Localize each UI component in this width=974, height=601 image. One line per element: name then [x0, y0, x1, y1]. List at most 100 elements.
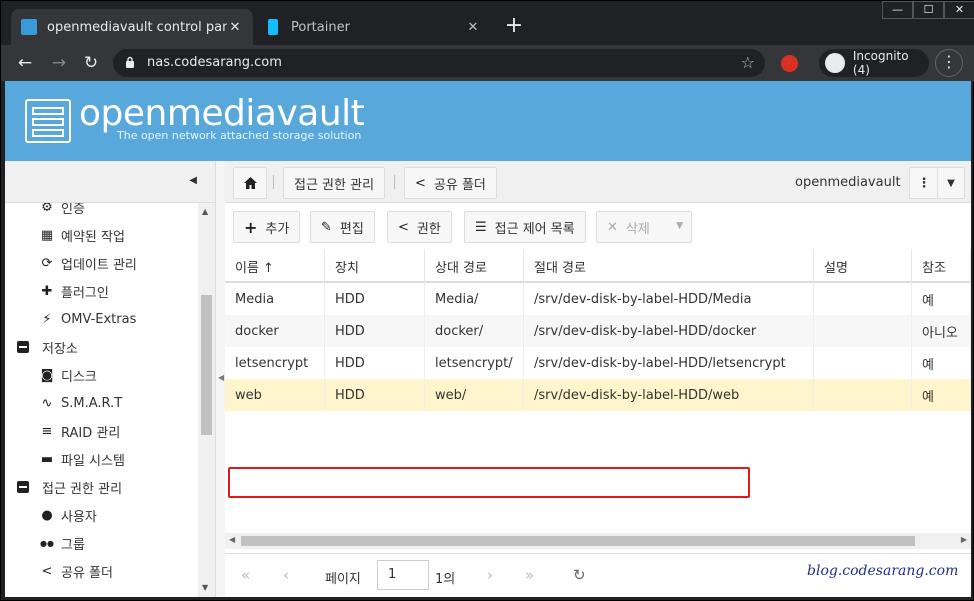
extension-hand-icon[interactable]	[781, 55, 798, 72]
first-page-icon[interactable]: «	[241, 566, 250, 584]
nav-scroll-thumb[interactable]	[201, 295, 212, 435]
more-options-button[interactable]: ⋮	[909, 167, 939, 199]
column-header[interactable]: 설명	[814, 249, 912, 283]
page-label: 페이지	[325, 572, 361, 587]
disk-icon: ◙	[40, 367, 54, 383]
incognito-profile-button[interactable]: Incognito (4)	[819, 49, 929, 77]
nav-item[interactable]: ●● 그룹	[39, 529, 85, 557]
nav-item[interactable]: ⚙ 인증	[39, 203, 85, 221]
column-header[interactable]: 장치	[325, 249, 425, 283]
tab-portainer[interactable]: Portainer ✕	[255, 9, 491, 45]
breadcrumb-shared-folders[interactable]: < 공유 폴더	[404, 167, 497, 199]
navigation-panel: ◀ ⚙ 인증 ▦ 예약된 작업 ⟳ 업데이트 관리 ✚ 플러그인 ⚡ OMV-Extras 저장소 ◙…	[5, 161, 215, 597]
nav-tree: ⚙ 인증 ▦ 예약된 작업 ⟳ 업데이트 관리 ✚ 플러그인 ⚡ OMV-Extras 저장소 ◙ 디스…	[5, 203, 198, 597]
maximize-button[interactable]: ☐	[913, 1, 944, 19]
scroll-up-icon[interactable]: ▲	[202, 207, 208, 216]
last-page-icon[interactable]: »	[525, 566, 534, 584]
nav-item[interactable]: 저장소	[15, 333, 78, 361]
column-header[interactable]: 상대 경로	[425, 249, 524, 283]
database-icon: ≡	[41, 423, 53, 439]
close-tab-icon[interactable]: ✕	[227, 20, 243, 35]
nav-item[interactable]: ⟳ 업데이트 관리	[39, 249, 137, 277]
nav-item[interactable]: ≡ RAID 관리	[39, 417, 121, 445]
table-row[interactable]: docker HDD docker//srv/dev-disk-by-label-H…	[225, 315, 971, 347]
table-cell: 아니오	[912, 315, 971, 347]
collapse-left-icon[interactable]: ◀	[189, 175, 197, 186]
user-icon: ●	[41, 507, 53, 523]
chevron-down-icon[interactable]: ▼	[676, 221, 683, 231]
nav-item[interactable]: ◙ 디스크	[39, 361, 97, 389]
nav-item[interactable]: 접근 권한 관리	[15, 473, 122, 501]
bookmark-star-icon[interactable]: ☆	[741, 53, 755, 72]
nav-item[interactable]: < 공유 폴더	[39, 557, 113, 585]
share-icon: <	[398, 219, 409, 235]
edit-button[interactable]: ✎ 편집	[310, 211, 375, 243]
acl-button[interactable]: ☰ 접근 제어 목록	[464, 211, 586, 243]
breadcrumb: 접근 권한 관리 < 공유 폴더 openmediavault ⋮ ▼	[225, 161, 971, 203]
browser-menu-button[interactable]: ⋮	[935, 49, 963, 77]
close-window-button[interactable]: ✕	[944, 1, 974, 19]
nav-item-label: 예약된 작업	[61, 229, 125, 245]
tab-title: Portainer	[291, 19, 350, 35]
table-row[interactable]: letsencrypt HDD letsencrypt//srv/dev-disk-…	[225, 347, 971, 379]
page-of-label: 1의	[435, 572, 456, 587]
new-tab-button[interactable]: +	[501, 15, 527, 37]
table-cell: HDD	[325, 315, 425, 347]
table-cell: Media/	[425, 283, 524, 315]
address-bar[interactable]: nas.codesarang.com ☆	[113, 49, 765, 77]
scroll-left-icon[interactable]: ◀	[229, 535, 235, 544]
nav-item-label: 저장소	[42, 341, 78, 357]
back-arrow-icon[interactable]: ←	[13, 51, 37, 75]
column-header[interactable]: 이름 ↑	[225, 249, 325, 283]
nav-item[interactable]: ✚ 플러그인	[39, 277, 109, 305]
lock-icon	[126, 56, 134, 68]
add-button[interactable]: + 추가	[233, 211, 301, 243]
column-header[interactable]: 참조	[912, 249, 971, 283]
share-icon: <	[415, 175, 426, 191]
table-cell: docker/	[425, 315, 524, 347]
nav-item-label: 업데이트 관리	[61, 257, 137, 273]
window-controls: — ☐ ✕	[882, 1, 974, 19]
minimize-button[interactable]: —	[882, 1, 913, 19]
privileges-button[interactable]: < 권한	[387, 211, 452, 243]
scroll-right-icon[interactable]: ▶	[961, 535, 967, 544]
grid-scroll-thumb[interactable]	[241, 536, 915, 546]
splitter-arrow-icon[interactable]: ◀	[218, 373, 224, 382]
scroll-down-icon[interactable]: ▼	[202, 583, 208, 592]
table-cell: Media	[225, 283, 325, 315]
table-cell	[814, 347, 912, 379]
breadcrumb-access-rights[interactable]: 접근 권한 관리	[283, 167, 386, 199]
table-row[interactable]: web HDD web//srv/dev-disk-by-label-HDD/web…	[225, 379, 971, 411]
previous-page-icon[interactable]: ‹	[283, 566, 289, 584]
nav-item[interactable]: ● 사용자	[39, 501, 97, 529]
nav-item[interactable]: ∿ S.M.A.R.T	[39, 389, 123, 417]
nav-item[interactable]: ⚡ OMV-Extras	[39, 305, 136, 333]
nav-scrollbar[interactable]: ▲ ▼	[198, 203, 215, 597]
column-header[interactable]: 절대 경로	[524, 249, 814, 283]
collapse-icon[interactable]	[17, 481, 29, 493]
delete-button[interactable]: ✕ 삭제 ▼	[596, 211, 692, 243]
refresh-icon[interactable]: ↻	[573, 566, 586, 584]
collapse-icon[interactable]	[17, 341, 29, 353]
dropdown-chevron-icon[interactable]: ▼	[937, 167, 965, 199]
close-tab-icon[interactable]: ✕	[465, 20, 481, 35]
tab-strip: openmediavault control panel - c ✕ Porta…	[1, 1, 974, 45]
table-cell: /srv/dev-disk-by-label-HDD/docker	[524, 315, 814, 347]
nav-item[interactable]: ▦ 예약된 작업	[39, 221, 125, 249]
table-row[interactable]: Media HDD Media//srv/dev-disk-by-label-HDD…	[225, 283, 971, 315]
forward-arrow-icon[interactable]: →	[47, 51, 71, 75]
panel-splitter[interactable]: ◀	[215, 161, 225, 597]
page-number-input[interactable]: 1	[377, 560, 429, 590]
omv-favicon-icon	[21, 19, 37, 35]
grid-horizontal-scrollbar[interactable]: ◀ ▶	[225, 533, 971, 549]
nav-item-label: 파일 시스템	[61, 453, 125, 469]
nav-item[interactable]: ▬ 파일 시스템	[39, 445, 125, 473]
reload-icon[interactable]: ↻	[79, 51, 103, 75]
edit-label: 편집	[339, 221, 364, 237]
folder-icon: ▬	[40, 451, 54, 467]
tab-omv[interactable]: openmediavault control panel - c ✕	[11, 9, 253, 45]
next-page-icon[interactable]: ›	[487, 566, 493, 584]
table-cell: web	[225, 379, 325, 411]
home-button[interactable]	[233, 167, 267, 199]
privileges-label: 권한	[416, 221, 441, 237]
